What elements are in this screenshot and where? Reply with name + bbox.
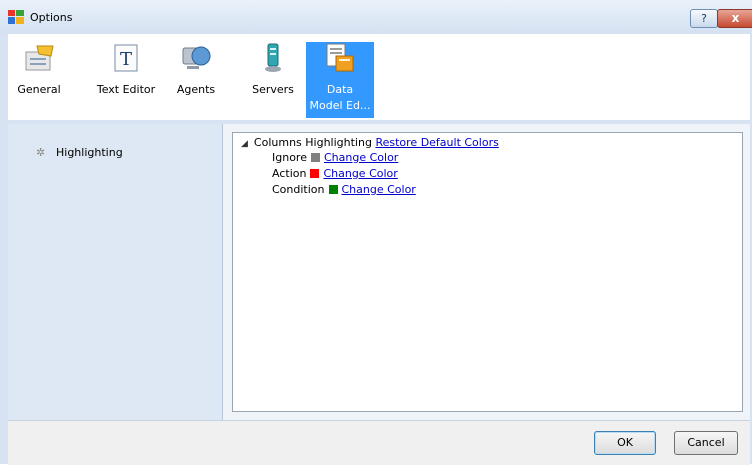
toolbar-label-data-model: Data Model Ed... [306, 82, 374, 114]
tree-root-row: ◢ Columns Highlighting Restore Default Co… [241, 136, 499, 149]
options-content: ✲ Highlighting ◢ Columns Highlighting Rest… [8, 124, 750, 420]
gear-icon: ✲ [36, 146, 46, 159]
tree-row-label: Condition [272, 183, 325, 196]
window-title: Options [30, 11, 73, 24]
agents-icon [182, 46, 211, 69]
toolbar-label-agents: Agents [176, 83, 216, 96]
general-settings-icon [25, 45, 54, 71]
app-icon [8, 10, 24, 24]
change-color-link-ignore[interactable]: Change Color [324, 151, 398, 164]
servers-icon [265, 43, 281, 72]
tree-row-action: Action Change Color [272, 167, 398, 180]
color-swatch-ignore [310, 153, 320, 162]
ok-button[interactable]: OK [594, 431, 656, 455]
svg-text:T: T [120, 49, 132, 70]
toolbar-label-text-editor: Text Editor [96, 83, 156, 96]
highlighting-tree: ◢ Columns Highlighting Restore Default Co… [232, 132, 743, 412]
data-model-icon [326, 43, 354, 72]
toolbar-item-text-editor[interactable]: T Text Editor [94, 42, 158, 120]
tree-row-condition: Condition Change Color [272, 183, 416, 196]
toolbar-item-data-model-editor[interactable]: Data Model Ed... [306, 42, 374, 118]
toolbar-item-servers[interactable]: Servers [244, 42, 302, 120]
tree-row-ignore: Ignore Change Color [272, 151, 398, 164]
change-color-link-condition[interactable]: Change Color [342, 183, 416, 196]
toolbar-label-data-model-line1: Data [326, 83, 354, 96]
options-window: Options ? x General T Text Editor Agents… [0, 0, 752, 465]
toolbar-item-general[interactable]: General [8, 42, 70, 120]
expand-collapse-icon[interactable]: ◢ [241, 139, 248, 149]
color-swatch-action [310, 169, 320, 178]
dialog-footer: OK Cancel [8, 420, 750, 465]
help-button[interactable]: ? [690, 9, 718, 28]
tree-root-label: Columns Highlighting [253, 136, 372, 149]
change-color-link-action[interactable]: Change Color [323, 167, 397, 180]
sidebar-item-highlighting[interactable]: ✲ Highlighting [36, 146, 123, 159]
toolbar-label-data-model-line2: Model Ed... [309, 99, 371, 112]
options-toolbar: General T Text Editor Agents Servers Dat… [8, 34, 750, 120]
text-editor-icon: T [114, 44, 138, 72]
close-button[interactable]: x [717, 9, 752, 28]
title-bar: Options ? x [0, 0, 752, 34]
toolbar-label-servers: Servers [252, 83, 294, 96]
cancel-button[interactable]: Cancel [674, 431, 738, 455]
settings-pane: ◢ Columns Highlighting Restore Default Co… [223, 124, 750, 420]
toolbar-label-general: General [17, 83, 61, 96]
sidebar-item-label: Highlighting [56, 146, 123, 159]
toolbar-item-agents[interactable]: Agents [168, 42, 224, 120]
tree-row-label: Ignore [272, 151, 307, 164]
restore-default-colors-link[interactable]: Restore Default Colors [375, 136, 498, 149]
tree-row-label: Action [272, 167, 307, 180]
color-swatch-condition [328, 185, 338, 194]
sidebar: ✲ Highlighting [8, 124, 223, 420]
